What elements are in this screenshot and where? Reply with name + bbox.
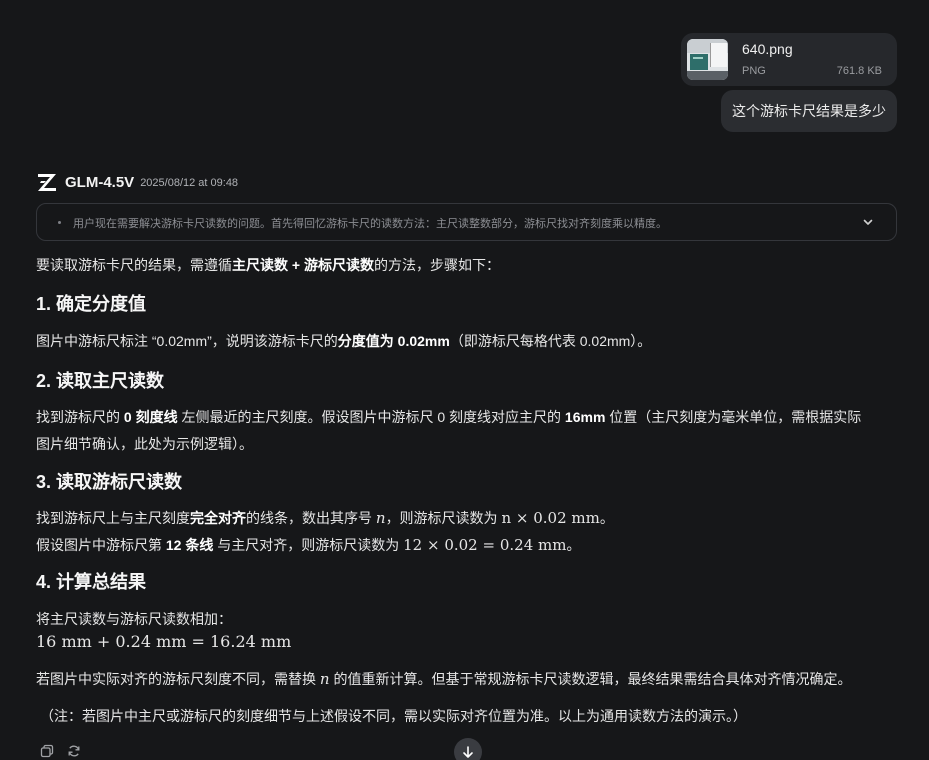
attachment-file-name: 640.png (742, 41, 793, 57)
assistant-header: GLM-4.5V 2025/08/12 at 09:48 (36, 170, 238, 194)
arrow-down-icon (463, 746, 473, 758)
scroll-to-bottom-button[interactable] (454, 738, 482, 760)
refresh-icon[interactable] (67, 744, 81, 758)
attachment-file-type: PNG (742, 65, 766, 77)
step-2-heading: 2. 读取主尺读数 (36, 371, 165, 391)
answer-intro: 要读取游标卡尺的结果，需遵循主尺读数 + 游标尺读数的方法，步骤如下： (36, 257, 500, 273)
chat-page: 640.png PNG 761.8 KB 这个游标卡尺结果是多少 GLM-4.5… (0, 0, 929, 760)
model-name: GLM-4.5V (65, 173, 135, 191)
attachment-thumbnail (687, 39, 728, 80)
caveat-text: 若图片中实际对齐的游标尺刻度不同，需替换 n 的值重新计算。但基于常规游标卡尺读… (36, 670, 852, 688)
step-4-formula: 16 mm + 0.24 mm = 16.24 mm (36, 632, 292, 651)
note-text: （注：若图片中主尺或游标尺的刻度细节与上述假设不同，需以实际对齐位置为准。以上为… (40, 708, 747, 724)
formula-inline: 12 × 0.02 = 0.24 mm (403, 536, 567, 554)
step-4-text: 将主尺读数与游标尺读数相加： (36, 611, 232, 627)
step-1-heading: 1. 确定分度值 (36, 294, 147, 314)
formula-inline: n × 0.02 mm (501, 509, 600, 527)
zhipu-z-logo-icon (38, 174, 56, 191)
thinking-preview-text: 用户现在需要解决游标卡尺读数的问题。首先得回忆游标卡尺的读数方法：主尺读整数部分… (73, 218, 667, 230)
thinking-panel[interactable]: 用户现在需要解决游标卡尺读数的问题。首先得回忆游标卡尺的读数方法：主尺读整数部分… (36, 203, 897, 241)
message-timestamp: 2025/08/12 at 09:48 (140, 177, 239, 189)
attachment-card[interactable]: 640.png PNG 761.8 KB (681, 33, 897, 86)
attachment-file-size: 761.8 KB (836, 65, 882, 77)
step-1-text: 图片中游标尺标注 “0.02mm”，说明该游标卡尺的分度值为 0.02mm（即游… (36, 333, 652, 349)
step-3-heading: 3. 读取游标尺读数 (36, 472, 183, 492)
copy-icon[interactable] (40, 744, 54, 758)
step-3-text: 找到游标尺上与主尺刻度完全对齐的线条，数出其序号 n，则游标尺读数为 n × 0… (36, 509, 614, 554)
bullet-dot (58, 221, 61, 224)
user-message-bubble: 这个游标卡尺结果是多少 (721, 90, 897, 132)
step-2-text: 找到游标尺的 0 刻度线 左侧最近的主尺刻度。假设图片中游标尺 0 刻度线对应主… (36, 409, 862, 452)
step-4-heading: 4. 计算总结果 (36, 572, 147, 592)
chevron-down-icon[interactable] (862, 216, 874, 228)
